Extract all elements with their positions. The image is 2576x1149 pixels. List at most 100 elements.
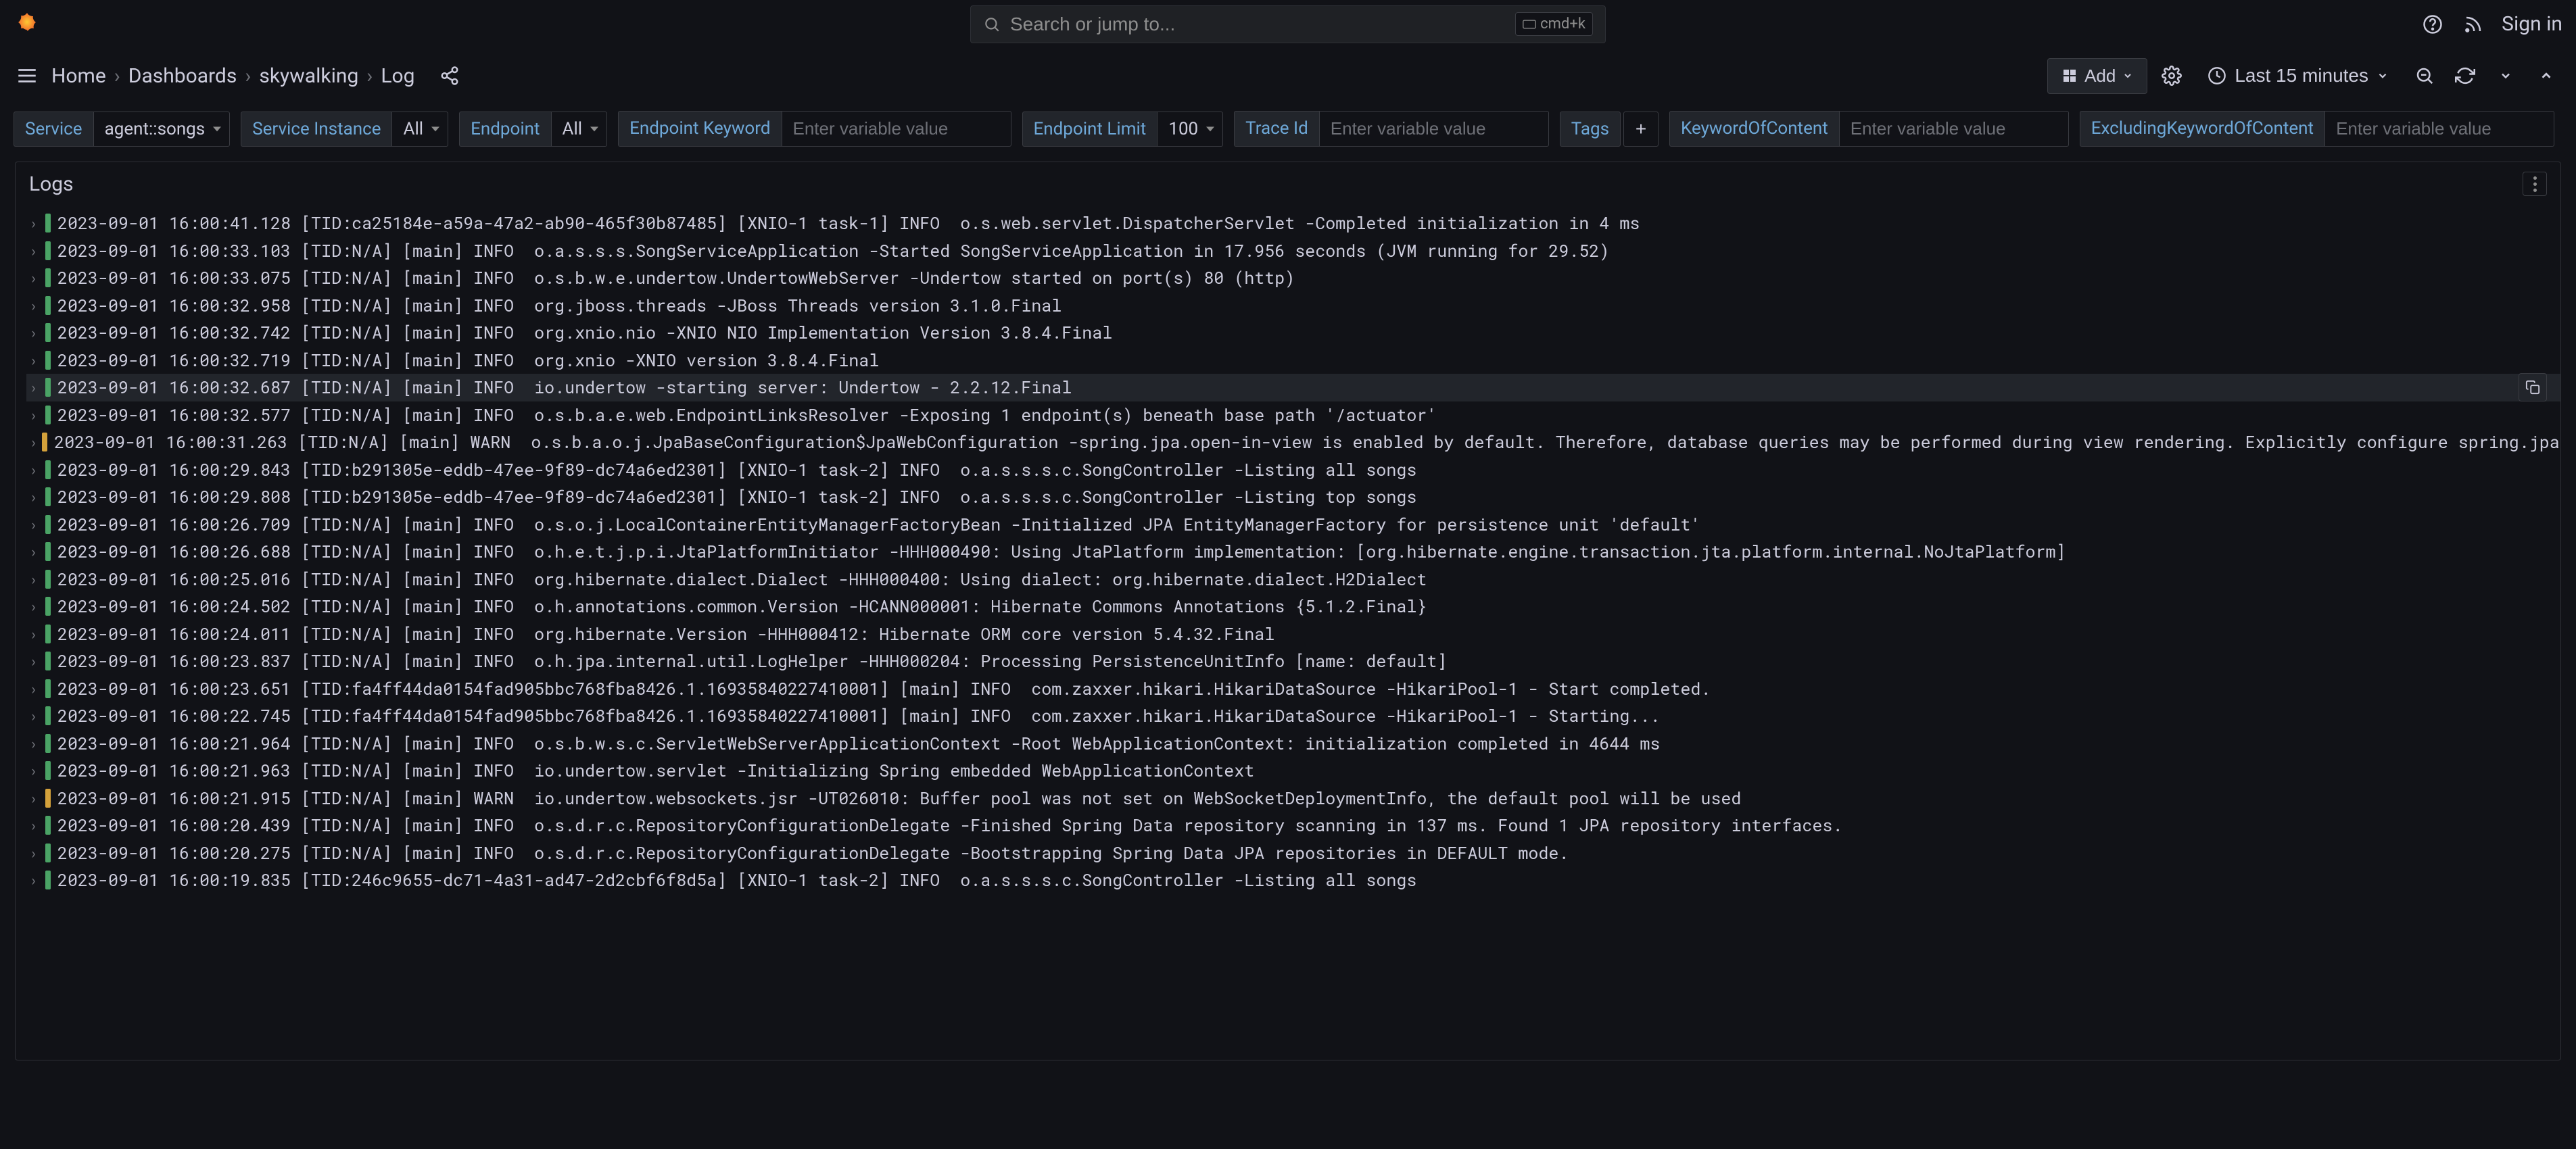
log-expand-toggle[interactable]: › [29,539,41,564]
log-text: 2023-09-01 16:00:32.719 [TID:N/A] [main]… [57,347,879,374]
breadcrumb: Home › Dashboards › skywalking › Log [51,64,414,88]
refresh-button[interactable] [2449,59,2481,92]
log-expand-toggle[interactable]: › [29,677,41,701]
log-text: 2023-09-01 16:00:22.745 [TID:fa4ff44da01… [57,702,1660,730]
breadcrumb-dashboards[interactable]: Dashboards [128,64,237,88]
log-row[interactable]: ›2023-09-01 16:00:32.687 [TID:N/A] [main… [26,374,2560,401]
hamburger-icon [16,64,39,87]
search-input[interactable] [1010,14,1515,35]
log-expand-toggle[interactable]: › [29,239,41,263]
log-row[interactable]: ›2023-09-01 16:00:23.651 [TID:fa4ff44da0… [26,675,2560,703]
log-row[interactable]: ›2023-09-01 16:00:20.275 [TID:N/A] [main… [26,839,2560,867]
log-expand-toggle[interactable]: › [29,594,41,618]
log-row[interactable]: ›2023-09-01 16:00:24.011 [TID:N/A] [main… [26,620,2560,648]
log-level-indicator [45,816,51,835]
log-row[interactable]: ›2023-09-01 16:00:32.958 [TID:N/A] [main… [26,292,2560,320]
log-expand-toggle[interactable]: › [29,622,41,646]
log-row[interactable]: ›2023-09-01 16:00:32.577 [TID:N/A] [main… [26,401,2560,429]
help-icon [2423,14,2443,34]
log-row[interactable]: › 2023-09-01 16:00:26.688 [TID:N/A] [main… [26,538,2560,566]
var-excluding-keyword-of-content-input[interactable] [2324,111,2554,147]
var-keyword-of-content-input[interactable] [1839,111,2069,147]
var-endpoint-keyword-input[interactable] [782,111,1011,147]
zoom-out-icon [2414,66,2435,86]
help-button[interactable] [2420,12,2445,36]
log-level-indicator [45,487,51,506]
panel-title[interactable]: Logs [29,172,74,196]
log-expand-toggle[interactable]: › [29,375,41,399]
settings-button[interactable] [2155,59,2188,92]
log-expand-toggle[interactable]: › [29,567,41,591]
log-level-indicator [45,241,51,260]
panel-menu-button[interactable] [2523,172,2547,196]
copy-log-button[interactable] [2519,373,2547,401]
add-button[interactable]: Add [2047,58,2147,94]
log-expand-toggle[interactable]: › [29,731,41,756]
log-text: 2023-09-01 16:00:33.075 [TID:N/A] [main]… [57,264,1295,292]
log-row[interactable]: ›2023-09-01 16:00:32.742 [TID:N/A] [main… [26,319,2560,347]
log-row[interactable]: ›2023-09-01 16:00:26.709 [TID:N/A] [main… [26,511,2560,539]
log-row[interactable]: ›2023-09-01 16:00:20.439 [TID:N/A] [main… [26,812,2560,839]
log-row[interactable]: ›2023-09-01 16:00:19.835 [TID:246c9655-d… [26,866,2560,894]
log-level-indicator [42,433,47,451]
log-expand-toggle[interactable]: › [29,868,41,892]
log-expand-toggle[interactable]: › [29,704,41,728]
var-tags-add-button[interactable]: + [1623,112,1659,147]
log-expand-toggle[interactable]: › [29,458,41,482]
log-text: 2023-09-01 16:00:26.688 [TID:N/A] [main]… [57,538,2066,566]
sign-in-link[interactable]: Sign in [2502,12,2562,36]
log-expand-toggle[interactable]: › [29,320,41,345]
log-row[interactable]: ›2023-09-01 16:00:24.502 [TID:N/A] [main… [26,593,2560,620]
log-expand-toggle[interactable]: › [29,758,41,783]
search-box[interactable]: cmd+k [970,5,1606,43]
log-row[interactable]: ›2023-09-01 16:00:29.843 [TID:b291305e-e… [26,456,2560,484]
log-expand-toggle[interactable]: › [29,512,41,537]
grafana-logo[interactable] [14,11,41,38]
zoom-out-button[interactable] [2408,59,2441,92]
log-row[interactable]: ›2023-09-01 16:00:21.964 [TID:N/A] [main… [26,730,2560,758]
log-row[interactable]: › 2023-09-01 16:00:33.075 [TID:N/A] [main… [26,264,2560,292]
refresh-interval-button[interactable] [2489,59,2522,92]
log-row[interactable]: ›2023-09-01 16:00:23.837 [TID:N/A] [main… [26,647,2560,675]
log-expand-toggle[interactable]: › [29,348,41,372]
share-button[interactable] [433,59,466,92]
var-trace-id-input[interactable] [1319,111,1549,147]
breadcrumb-home[interactable]: Home [51,64,106,88]
log-expand-toggle[interactable]: › [29,430,38,454]
log-row[interactable]: › 2023-09-01 16:00:29.808 [TID:b291305e-e… [26,483,2560,511]
log-row[interactable]: ›2023-09-01 16:00:21.963 [TID:N/A] [main… [26,757,2560,785]
log-row[interactable]: › 2023-09-01 16:00:22.745 [TID:fa4ff44da0… [26,702,2560,730]
menu-toggle[interactable] [14,62,41,89]
log-expand-toggle[interactable]: › [29,649,41,673]
log-row[interactable]: ›2023-09-01 16:00:25.016 [TID:N/A] [main… [26,566,2560,593]
log-row[interactable]: ›2023-09-01 16:00:41.128 [TID:ca25184e-a… [26,210,2560,237]
breadcrumb-skywalking[interactable]: skywalking [259,64,358,88]
log-row[interactable]: ›2023-09-01 16:00:31.263 [TID:N/A] [main… [26,429,2560,456]
log-expand-toggle[interactable]: › [29,786,41,810]
var-endpoint-limit-select[interactable]: 100 [1157,112,1223,147]
log-expand-toggle[interactable]: › [29,813,41,837]
log-row[interactable]: ›2023-09-01 16:00:33.103 [TID:N/A] [main… [26,237,2560,265]
news-button[interactable] [2461,12,2485,36]
collapse-button[interactable] [2530,59,2562,92]
var-excluding-keyword-of-content-label: ExcludingKeywordOfContent [2080,111,2324,147]
log-text: 2023-09-01 16:00:29.808 [TID:b291305e-ed… [57,483,1416,511]
kbd-hint: cmd+k [1515,12,1593,36]
log-expand-toggle[interactable]: › [29,485,41,509]
var-endpoint-select[interactable]: All [551,112,608,147]
var-service-instance-select[interactable]: All [391,112,448,147]
log-expand-toggle[interactable]: › [29,266,41,290]
var-tags-label: Tags [1560,112,1621,147]
log-expand-toggle[interactable]: › [29,211,41,235]
time-picker[interactable]: Last 15 minutes [2196,57,2400,94]
var-service-instance-label: Service Instance [241,112,391,147]
var-service-label: Service [14,112,93,147]
log-expand-toggle[interactable]: › [29,841,41,865]
log-expand-toggle[interactable]: › [29,293,41,318]
log-row[interactable]: ›2023-09-01 16:00:21.915 [TID:N/A] [main… [26,785,2560,812]
top-nav: cmd+k Sign in [0,0,2576,49]
log-expand-toggle[interactable]: › [29,403,41,427]
log-row[interactable]: › 2023-09-01 16:00:32.719 [TID:N/A] [main… [26,347,2560,374]
var-keyword-of-content-label: KeywordOfContent [1669,111,1839,147]
var-service-select[interactable]: agent::songs [93,112,231,147]
